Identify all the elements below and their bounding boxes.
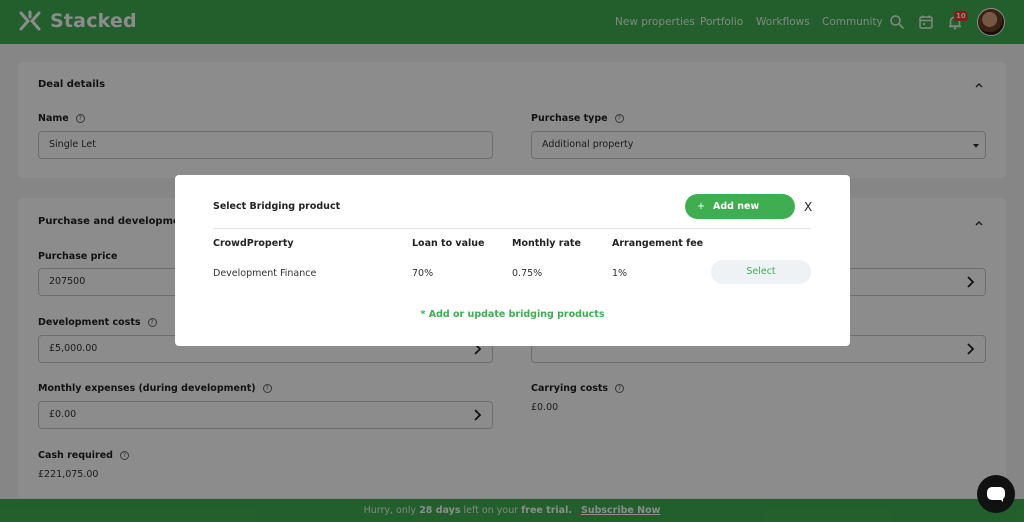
row-product-name: Development Finance: [213, 268, 317, 279]
row-arrangement-fee: 1%: [612, 268, 628, 279]
modal-title: Select Bridging product: [213, 201, 341, 212]
chat-button[interactable]: [977, 475, 1015, 513]
close-icon[interactable]: X: [804, 200, 812, 214]
plus-icon: +: [697, 201, 705, 212]
select-button[interactable]: Select: [711, 260, 811, 284]
column-header-ltv: Loan to value: [412, 238, 485, 249]
modal-divider: [213, 228, 811, 229]
add-new-product-label: Add new product: [697, 201, 760, 237]
bridging-product-modal: Select Bridging product + Add new product…: [175, 175, 850, 346]
column-header-arrangement-fee: Arrangement fee: [612, 238, 704, 249]
chat-bubble-tail: [998, 497, 1003, 502]
add-new-product-button[interactable]: + Add new product: [685, 194, 795, 237]
row-monthly-rate: 0.75%: [512, 268, 543, 279]
add-update-bridging-link[interactable]: * Add or update bridging products: [175, 309, 850, 320]
column-header-provider: CrowdProperty: [213, 238, 294, 249]
column-header-monthly-rate: Monthly rate: [512, 238, 581, 249]
row-ltv: 70%: [412, 268, 434, 279]
